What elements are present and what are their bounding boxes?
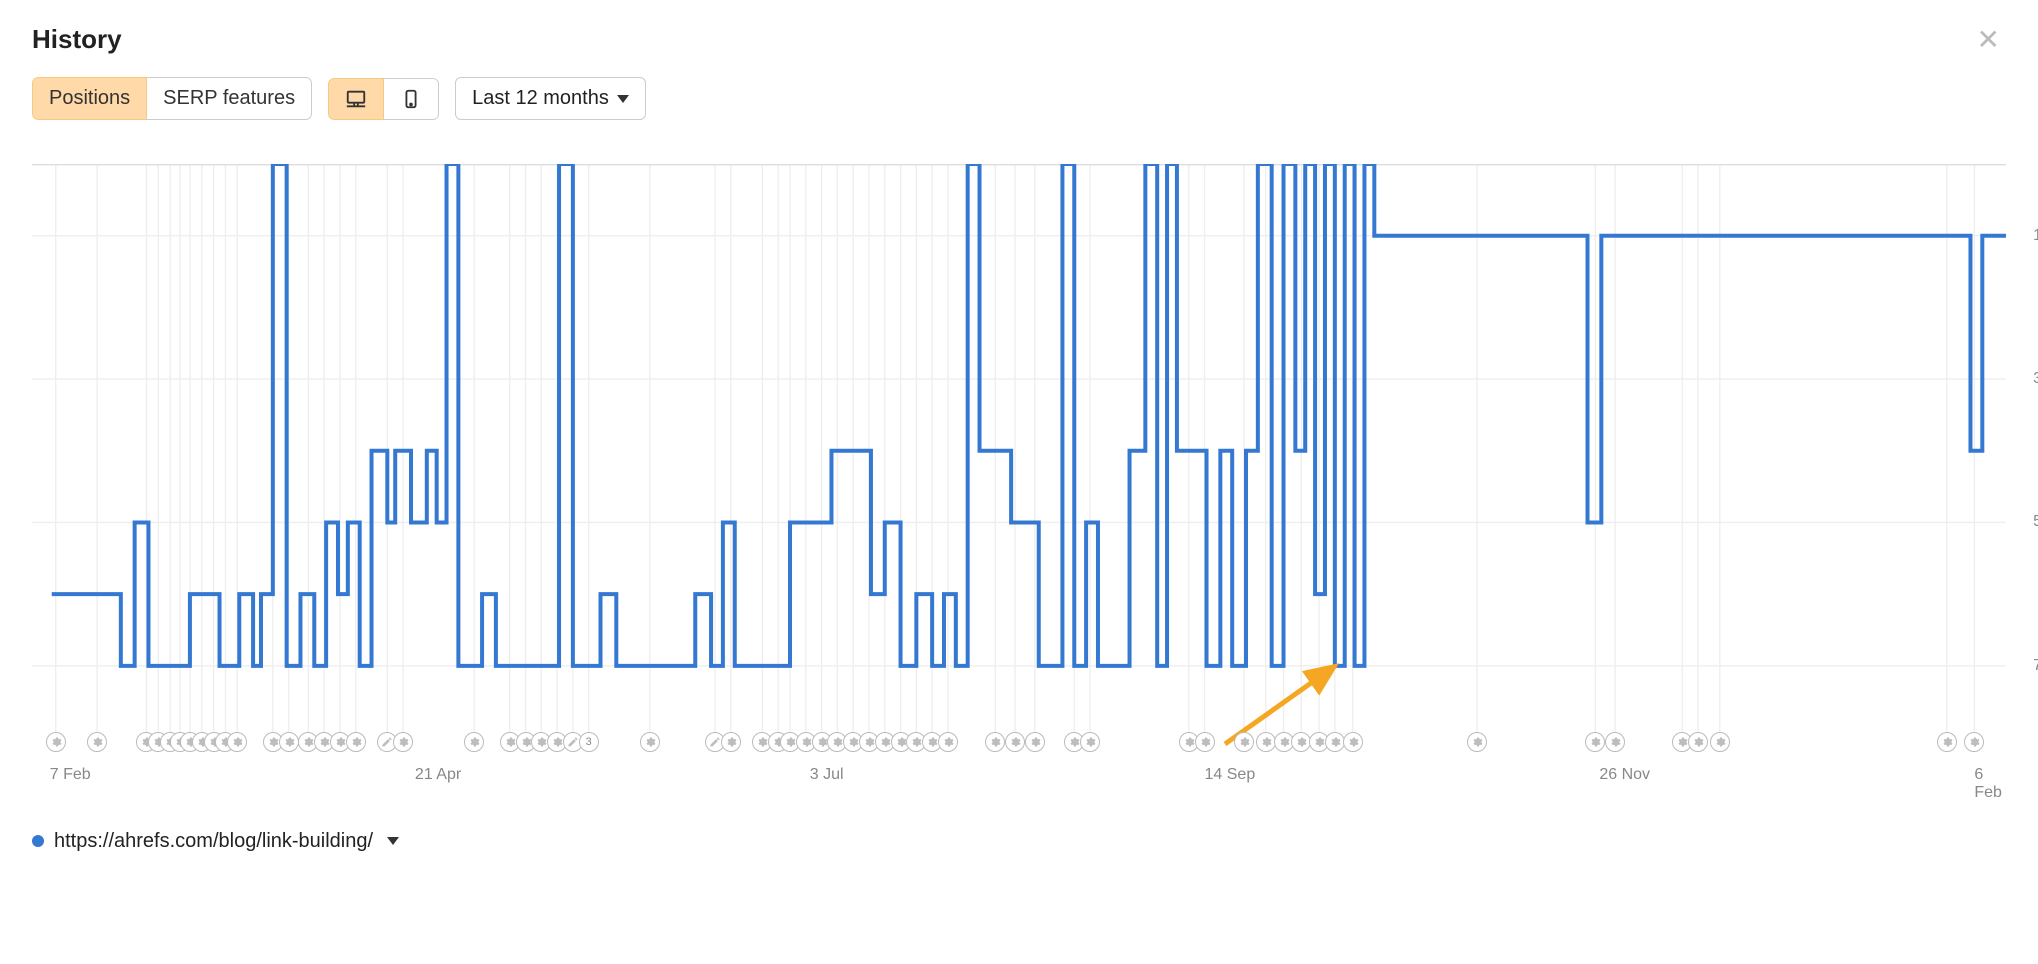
update-marker[interactable] <box>393 732 413 752</box>
date-range-label: Last 12 months <box>472 87 609 110</box>
x-axis-labels: 7 Feb21 Apr3 Jul14 Sep26 Nov6 Feb <box>32 766 2006 786</box>
tab-positions[interactable]: Positions <box>32 77 147 120</box>
y-tick-label: 5 <box>2033 513 2038 531</box>
legend[interactable]: https://ahrefs.com/blog/link-building/ <box>32 830 2006 853</box>
chart: 1357 <box>32 164 2006 738</box>
update-marker[interactable] <box>985 732 1005 752</box>
y-tick-label: 7 <box>2033 657 2038 675</box>
update-marker[interactable] <box>1195 732 1215 752</box>
update-marker[interactable] <box>640 732 660 752</box>
page-title: History <box>32 24 122 55</box>
update-marker[interactable] <box>1343 732 1363 752</box>
update-marker[interactable] <box>1688 732 1708 752</box>
update-count-marker[interactable]: 3 <box>579 732 599 752</box>
close-icon[interactable]: ✕ <box>1971 24 2006 56</box>
update-marker[interactable] <box>1005 732 1025 752</box>
device-toggle <box>328 78 439 120</box>
update-marker[interactable] <box>279 732 299 752</box>
update-marker[interactable] <box>1937 732 1957 752</box>
desktop-icon[interactable] <box>328 78 384 120</box>
update-marker[interactable] <box>1585 732 1605 752</box>
x-tick-label: 6 Feb <box>1974 766 2004 802</box>
view-toggle: Positions SERP features <box>32 77 312 120</box>
tab-serp-features[interactable]: SERP features <box>147 77 312 120</box>
update-markers-row: 3 <box>32 732 2006 756</box>
y-tick-label: 1 <box>2033 227 2038 245</box>
update-marker[interactable] <box>464 732 484 752</box>
update-marker[interactable] <box>1605 732 1625 752</box>
x-tick-label: 26 Nov <box>1599 766 1650 784</box>
update-marker[interactable] <box>87 732 107 752</box>
date-range-dropdown[interactable]: Last 12 months <box>455 77 646 120</box>
update-marker[interactable] <box>1467 732 1487 752</box>
update-marker[interactable] <box>1964 732 1984 752</box>
series-color-dot <box>32 835 44 847</box>
update-marker[interactable] <box>938 732 958 752</box>
update-marker[interactable] <box>1710 732 1730 752</box>
legend-url: https://ahrefs.com/blog/link-building/ <box>54 830 373 853</box>
x-tick-label: 21 Apr <box>415 766 461 784</box>
y-tick-label: 3 <box>2033 370 2038 388</box>
update-marker[interactable] <box>46 732 66 752</box>
update-marker[interactable] <box>1080 732 1100 752</box>
x-tick-label: 14 Sep <box>1205 766 1256 784</box>
chevron-down-icon <box>387 837 399 845</box>
mobile-icon[interactable] <box>384 78 439 120</box>
chart-svg <box>32 164 2006 738</box>
update-marker[interactable] <box>346 732 366 752</box>
controls-row: Positions SERP features Last 12 months <box>32 77 2006 120</box>
chevron-down-icon <box>617 95 629 103</box>
update-marker[interactable] <box>227 732 247 752</box>
update-marker[interactable] <box>721 732 741 752</box>
update-marker[interactable] <box>1234 732 1254 752</box>
update-marker[interactable] <box>1025 732 1045 752</box>
x-tick-label: 3 Jul <box>810 766 844 784</box>
x-tick-label: 7 Feb <box>50 766 91 784</box>
